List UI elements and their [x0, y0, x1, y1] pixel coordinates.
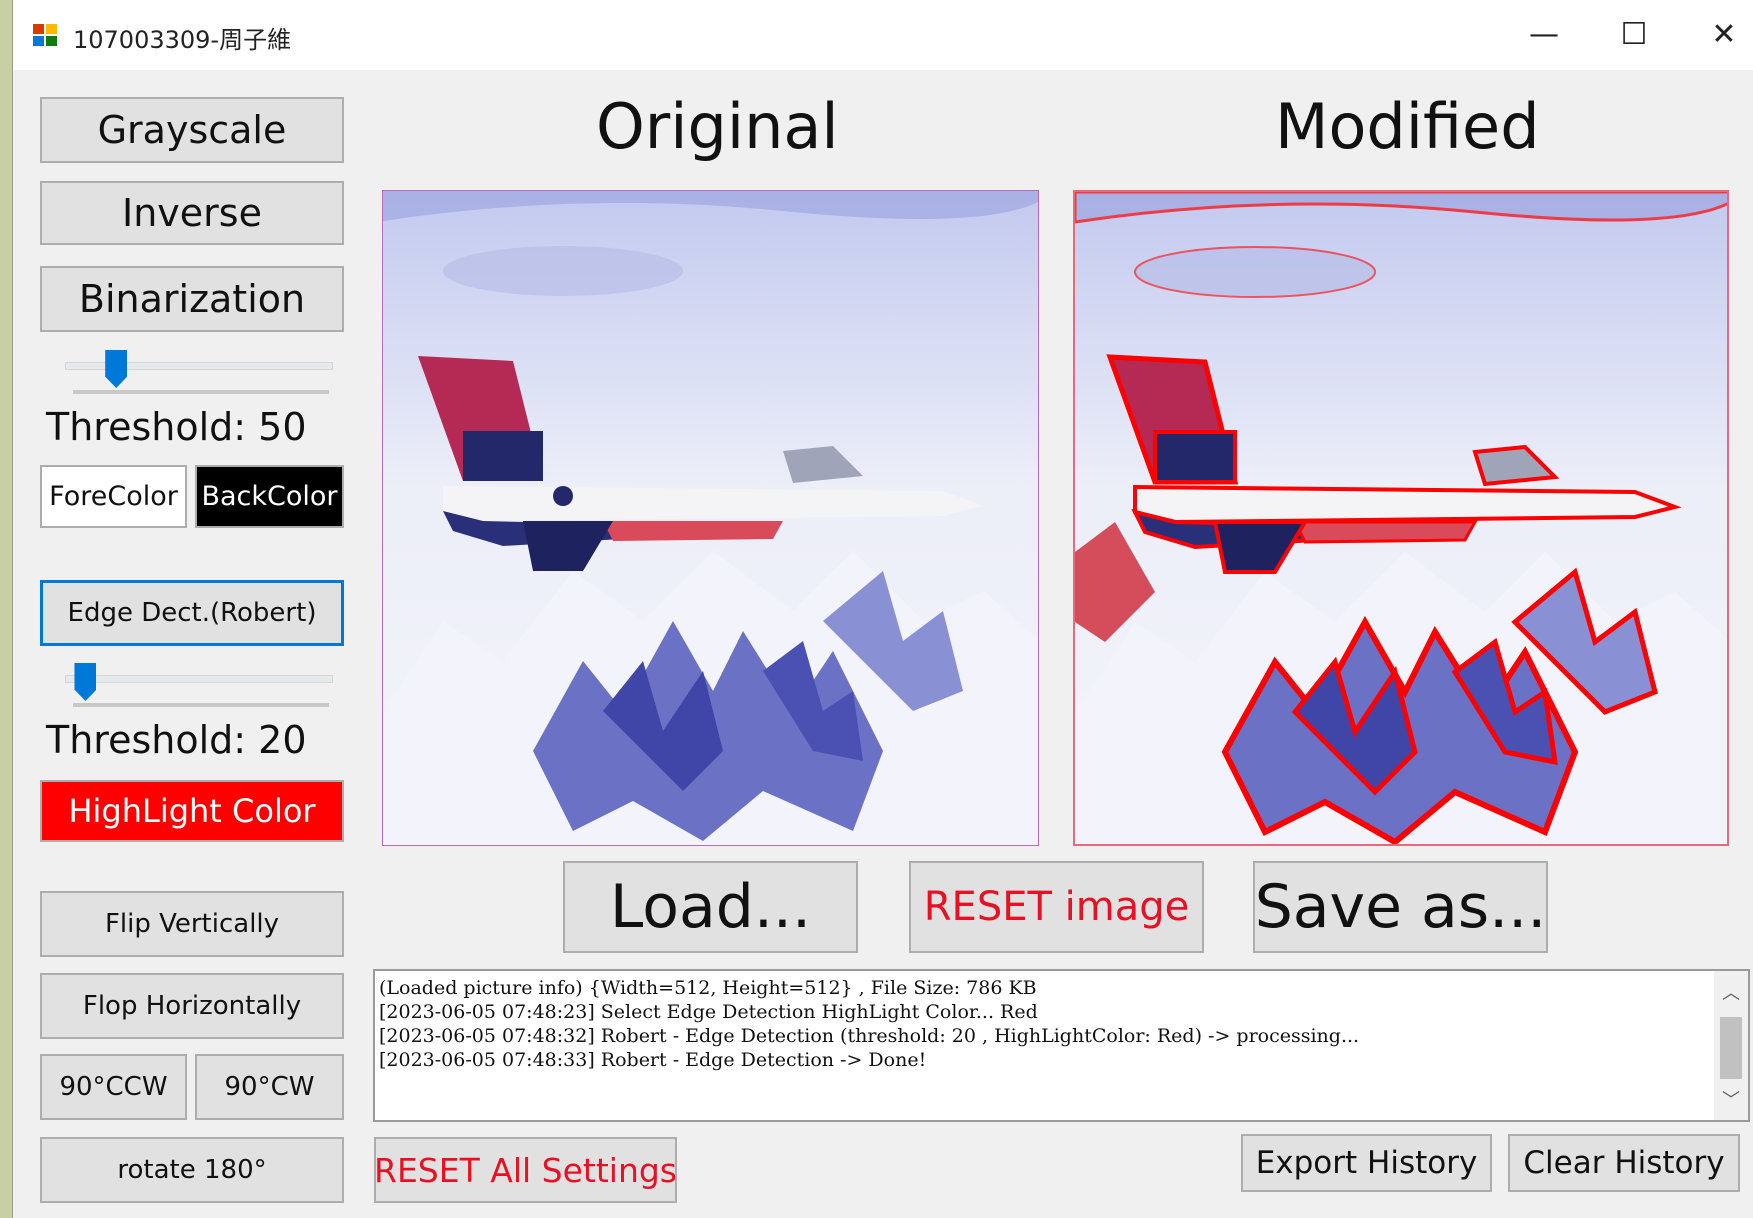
- scroll-up-arrow-icon[interactable]: ︿: [1714, 979, 1748, 1005]
- forecolor-button[interactable]: ForeColor: [40, 465, 187, 528]
- rotate-ccw-button[interactable]: 90°CCW: [40, 1054, 187, 1120]
- rotate-180-button[interactable]: rotate 180°: [40, 1137, 344, 1203]
- title-bar[interactable]: 107003309-周子維 — ☐ ✕: [13, 0, 1753, 70]
- minimize-button[interactable]: —: [1499, 0, 1589, 70]
- scroll-down-arrow-icon[interactable]: ﹀: [1714, 1086, 1748, 1112]
- binarization-slider-thumb[interactable]: [105, 350, 128, 388]
- flop-horizontally-button[interactable]: Flop Horizontally: [40, 973, 344, 1039]
- rotate-cw-button[interactable]: 90°CW: [195, 1054, 344, 1120]
- modified-title: Modified: [1275, 90, 1540, 163]
- modified-picture: [1073, 190, 1729, 846]
- original-title: Original: [596, 90, 839, 163]
- original-jet-image: [383, 191, 1038, 845]
- inverse-button[interactable]: Inverse: [40, 181, 344, 245]
- flip-vertically-button[interactable]: Flip Vertically: [40, 891, 344, 957]
- edge-slider-thumb[interactable]: [74, 663, 97, 701]
- edge-threshold-slider[interactable]: [53, 658, 343, 713]
- export-history-button[interactable]: Export History: [1241, 1134, 1492, 1192]
- app-icon: [33, 24, 59, 48]
- grayscale-button[interactable]: Grayscale: [40, 97, 344, 163]
- log-line: [2023-06-05 07:48:23] Select Edge Detect…: [379, 1001, 1038, 1023]
- scroll-thumb[interactable]: [1720, 1017, 1742, 1079]
- close-button[interactable]: ✕: [1679, 0, 1753, 70]
- binarization-threshold-label: Threshold: 50: [46, 405, 307, 449]
- load-button[interactable]: Load...: [563, 861, 858, 953]
- log-line: [2023-06-05 07:48:33] Robert - Edge Dete…: [379, 1049, 927, 1071]
- backcolor-button[interactable]: BackColor: [195, 465, 344, 528]
- highlight-color-button[interactable]: HighLight Color: [40, 780, 344, 842]
- original-picture: [382, 190, 1039, 846]
- edge-threshold-label: Threshold: 20: [46, 718, 307, 762]
- binarization-threshold-slider[interactable]: [53, 345, 343, 400]
- clear-history-button[interactable]: Clear History: [1508, 1134, 1740, 1192]
- reset-all-settings-button[interactable]: RESET All Settings: [374, 1137, 677, 1203]
- edge-detection-button[interactable]: Edge Dect.(Robert): [40, 580, 344, 646]
- maximize-button[interactable]: ☐: [1589, 0, 1679, 70]
- log-scrollbar[interactable]: ︿ ﹀: [1714, 971, 1748, 1120]
- reset-image-button[interactable]: RESET image: [909, 861, 1204, 953]
- binarization-button[interactable]: Binarization: [40, 266, 344, 332]
- window-title: 107003309-周子維: [73, 26, 292, 54]
- history-log[interactable]: (Loaded picture info) {Width=512, Height…: [373, 969, 1750, 1122]
- log-line: [2023-06-05 07:48:32] Robert - Edge Dete…: [379, 1025, 1360, 1047]
- log-line: (Loaded picture info) {Width=512, Height…: [379, 977, 1037, 999]
- app-window: 107003309-周子維 — ☐ ✕ Grayscale Inverse Bi…: [12, 0, 1753, 1218]
- save-as-button[interactable]: Save as...: [1253, 861, 1548, 953]
- modified-jet-image: [1075, 192, 1727, 844]
